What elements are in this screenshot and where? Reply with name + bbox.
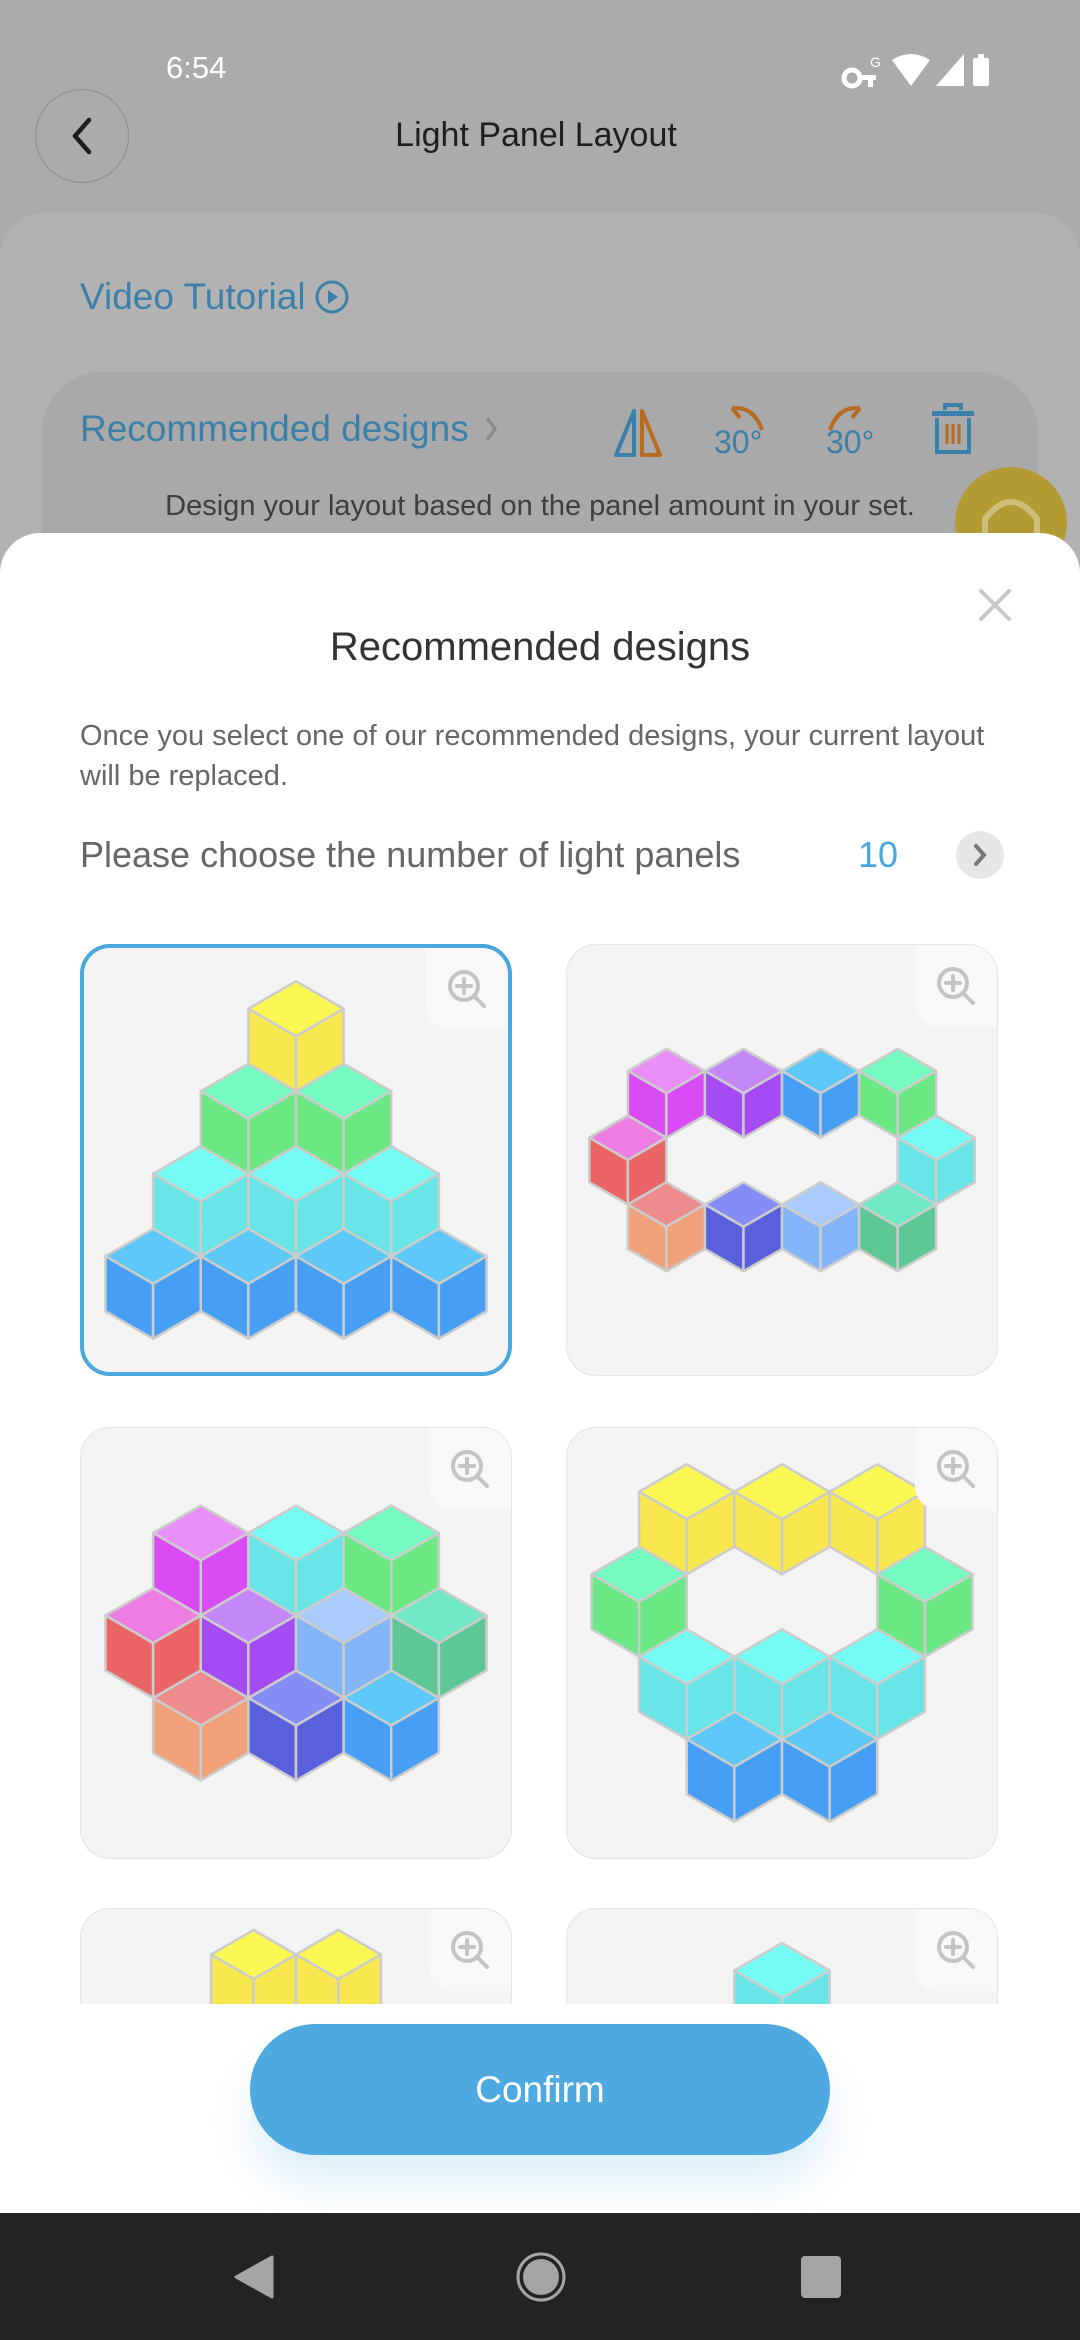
- video-tutorial-link[interactable]: Video Tutorial: [80, 276, 350, 318]
- zoom-in-icon: [937, 1931, 975, 1969]
- zoom-in-icon: [937, 1450, 975, 1488]
- light-panel-cube: [703, 1047, 783, 1139]
- panel-count-value[interactable]: 10: [858, 834, 898, 876]
- light-panel-cube: [732, 1462, 831, 1575]
- light-panel-cube: [209, 1928, 297, 2004]
- recommended-designs-label: Recommended designs: [80, 408, 469, 449]
- play-circle-icon: [315, 280, 349, 314]
- rotate-ccw-label: 30°: [714, 424, 763, 460]
- design-card[interactable]: [566, 1427, 998, 1859]
- vpn-key-icon: G: [841, 54, 881, 89]
- light-panel-cube: [294, 1928, 382, 2004]
- designs-grid[interactable]: [0, 930, 1080, 2004]
- design-hint-text: Design your layout based on the panel am…: [165, 490, 915, 522]
- video-tutorial-label: Video Tutorial: [80, 276, 306, 317]
- zoom-preview-button[interactable]: [915, 1428, 997, 1510]
- status-time: 6:54: [166, 50, 227, 85]
- nav-back-icon[interactable]: [232, 2253, 276, 2301]
- modal-title: Recommended designs: [329, 625, 751, 669]
- svg-text:G: G: [870, 54, 881, 70]
- recommended-designs-link[interactable]: Recommended designs: [80, 408, 499, 450]
- zoom-in-icon: [451, 1450, 489, 1488]
- page-title: Light Panel Layout: [395, 116, 677, 154]
- light-panel-cube: [703, 1180, 783, 1272]
- rotate-cw-button[interactable]: 30°: [818, 400, 888, 464]
- zoom-preview-button[interactable]: [426, 948, 508, 1030]
- chevron-right-icon: [974, 844, 987, 866]
- design-card[interactable]: [566, 944, 998, 1376]
- system-nav-bar: [0, 2213, 1080, 2340]
- nav-home-icon[interactable]: [515, 2251, 567, 2303]
- zoom-in-icon: [451, 1931, 489, 1969]
- signal-icon: [936, 54, 964, 86]
- mirror-icon[interactable]: [610, 405, 666, 461]
- chevron-right-icon: [485, 416, 497, 442]
- zoom-in-icon: [937, 967, 975, 1005]
- zoom-preview-button[interactable]: [429, 1428, 511, 1510]
- modal-description: Once you select one of our recommended d…: [80, 720, 985, 792]
- design-card[interactable]: [80, 944, 512, 1376]
- confirm-button[interactable]: Confirm: [250, 2024, 830, 2155]
- design-card[interactable]: [80, 1908, 512, 2004]
- trash-icon[interactable]: [928, 402, 978, 458]
- panel-count-next-button[interactable]: [956, 831, 1004, 879]
- light-panel-cube: [780, 1047, 860, 1139]
- zoom-preview-button[interactable]: [915, 945, 997, 1027]
- design-card[interactable]: [566, 1908, 998, 2004]
- status-icons: G: [841, 54, 989, 89]
- design-card[interactable]: [80, 1427, 512, 1859]
- wifi-icon: [892, 54, 930, 86]
- light-panel-cube: [732, 1941, 831, 2004]
- close-icon[interactable]: [975, 585, 1015, 625]
- nav-recents-icon[interactable]: [800, 2255, 842, 2299]
- battery-icon: [973, 54, 989, 86]
- zoom-preview-button[interactable]: [915, 1909, 997, 1991]
- zoom-in-icon: [448, 970, 486, 1008]
- panel-count-label: Please choose the number of light panels: [80, 834, 741, 875]
- zoom-preview-button[interactable]: [429, 1909, 511, 1991]
- rotate-ccw-button[interactable]: 30°: [710, 400, 780, 464]
- rotate-cw-label: 30°: [826, 424, 875, 460]
- light-panel-cube: [780, 1180, 860, 1272]
